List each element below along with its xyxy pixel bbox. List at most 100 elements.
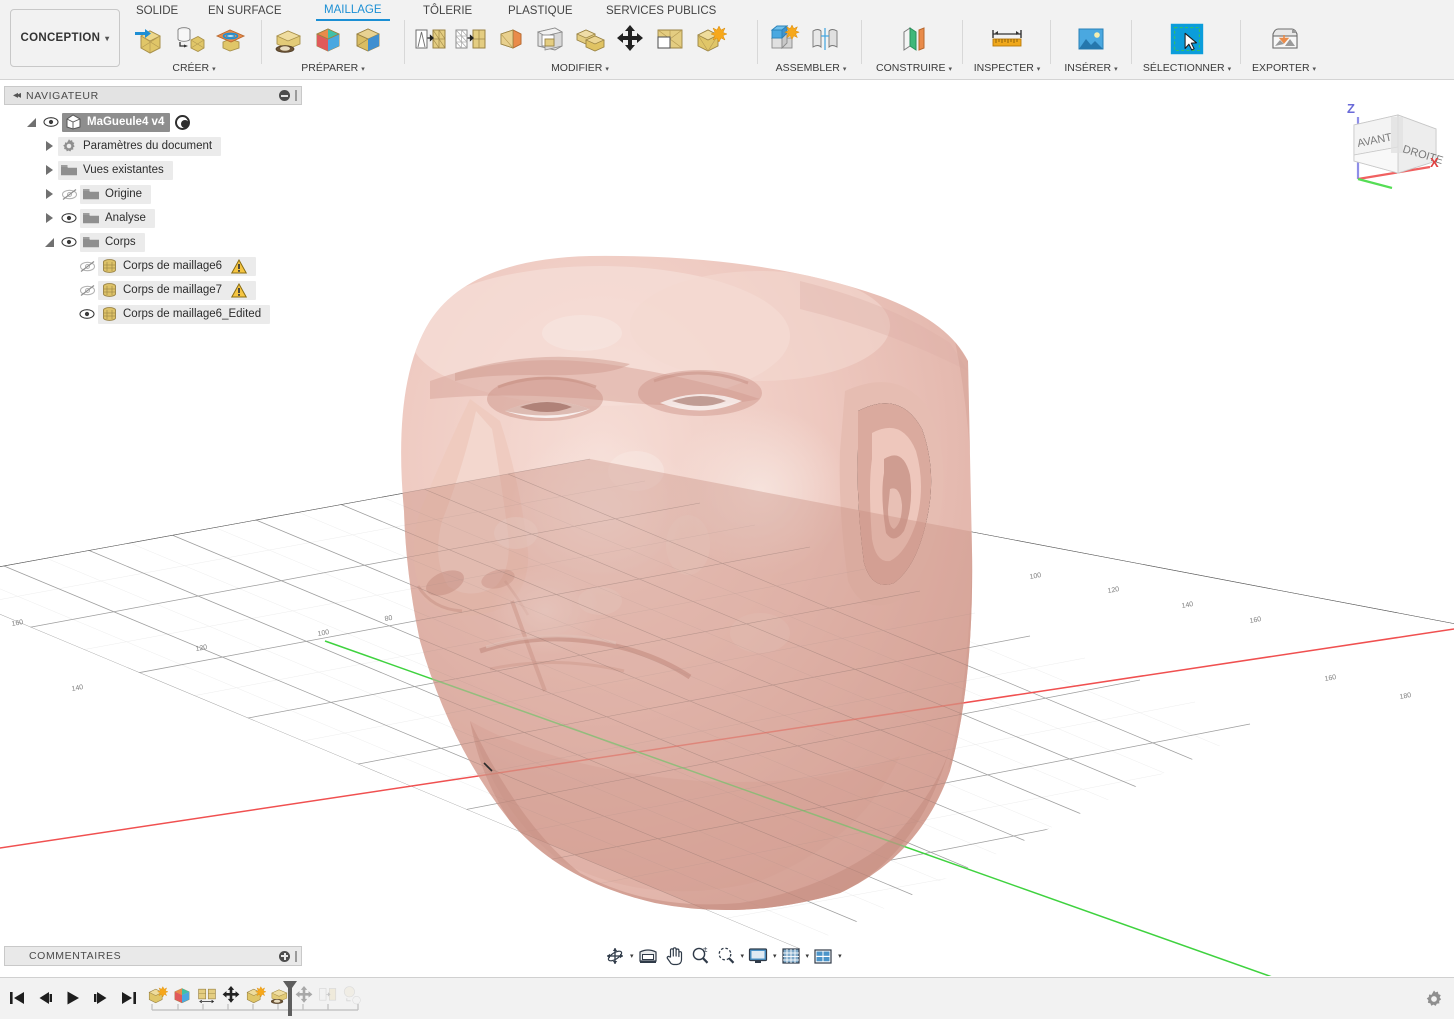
ribbon-group-selectionner: SÉLECTIONNER ▾ [1136,18,1238,78]
tree-label: Corps de maillage7 [123,284,223,296]
tree-item-origine[interactable]: Origine [4,182,302,206]
visibility-eye-hidden-icon[interactable] [58,183,80,205]
timeline-feature-9[interactable] [341,984,363,1006]
chevron-down-icon: ▾ [842,66,847,73]
create-mesh-icon[interactable] [130,18,170,60]
combine-mesh-icon[interactable] [570,18,610,60]
mesh-section-sketch-icon[interactable] [210,18,250,60]
group-label-preparer[interactable]: PRÉPARER ▾ [268,62,398,74]
segment-mesh-icon[interactable] [308,18,348,60]
workspace-label: CONCEPTION [20,32,101,44]
group-label-modifier[interactable]: MODIFIER ▾ [410,62,750,74]
group-label-creer[interactable]: CRÉER ▾ [130,62,258,74]
group-label-exporter[interactable]: EXPORTER ▾ [1244,62,1324,74]
group-label-inspecter[interactable]: INSPECTER ▾ [965,62,1049,74]
export-mesh-icon[interactable] [1264,18,1304,60]
group-label-inserer[interactable]: INSÉRER ▾ [1053,62,1129,74]
tree-item-magueule4[interactable]: MaGueule4 v4 [4,110,302,134]
twisty-open-icon[interactable] [40,231,58,253]
comments-panel[interactable]: COMMENTAIRES [4,946,302,966]
orbit-icon[interactable] [603,943,627,969]
zoom-icon[interactable]: ± [688,943,712,969]
plane-cut-icon[interactable] [410,18,450,60]
timeline-feature-1[interactable] [146,984,169,1006]
view-cube[interactable]: AVANT DROITE Z X [1332,89,1452,189]
group-label-assembler[interactable]: ASSEMBLER ▾ [765,62,857,74]
fit-icon[interactable] [714,943,738,969]
timeline-feature-4[interactable] [220,984,242,1006]
visibility-eye-icon[interactable] [40,111,62,133]
go-to-start-button[interactable] [6,986,28,1010]
chevron-down-icon[interactable]: ▾ [630,952,634,960]
reduce-mesh-icon[interactable] [348,18,388,60]
timeline-feature-8[interactable] [317,984,339,1006]
erase-and-fill-icon[interactable] [530,18,570,60]
tree-item-corps[interactable]: Corps [4,230,302,254]
visibility-eye-icon[interactable] [58,207,80,229]
step-back-button[interactable] [34,986,56,1010]
view-presets-icon[interactable] [636,943,660,969]
step-forward-button[interactable] [90,986,112,1010]
panel-resize-grip[interactable] [295,950,297,962]
timeline-feature-5[interactable] [244,984,267,1006]
new-component-icon[interactable] [765,18,805,60]
timeline-playback-controls [6,986,140,1010]
warning-icon[interactable] [231,258,248,274]
group-separator [404,20,405,64]
grid-snap-icon[interactable] [779,943,803,969]
tree-item-vues-existantes[interactable]: Vues existantes [4,158,302,182]
chevron-down-icon[interactable]: ▾ [806,952,810,960]
go-to-end-button[interactable] [118,986,140,1010]
construction-plane-icon[interactable] [894,18,934,60]
tree-item-parametres-du-document[interactable]: Paramètres du document [4,134,302,158]
display-settings-icon[interactable] [746,943,770,969]
timeline-settings-gear-icon[interactable] [1424,989,1444,1014]
tree-item-corps-de-maillage6[interactable]: Corps de maillage6 [4,254,302,278]
joint-icon[interactable] [805,18,845,60]
make-closed-mesh-icon[interactable] [490,18,530,60]
separate-mesh-icon[interactable] [690,18,730,60]
add-comment-icon[interactable] [279,950,290,962]
chevron-down-icon[interactable]: ▾ [838,952,842,960]
ribbon-group-preparer: PRÉPARER ▾ [268,18,398,78]
panel-resize-grip[interactable] [295,90,297,101]
visibility-eye-icon[interactable] [58,231,80,253]
chevron-down-icon[interactable]: ▾ [741,952,745,960]
visibility-eye-hidden-icon[interactable] [76,279,98,301]
minimize-icon[interactable] [279,90,290,101]
twisty-closed-icon[interactable] [40,207,58,229]
delete-face-icon[interactable] [650,18,690,60]
warning-icon[interactable] [231,282,248,298]
group-separator [261,20,262,64]
visibility-eye-icon[interactable] [76,303,98,325]
twisty-closed-icon[interactable] [40,183,58,205]
chevron-down-icon[interactable]: ▾ [773,952,777,960]
timeline-playhead-marker[interactable] [282,978,298,1019]
workspace-switcher-button[interactable]: CONCEPTION ▾ [10,9,120,67]
tree-label: Paramètres du document [83,140,213,152]
tree-item-analyse[interactable]: Analyse [4,206,302,230]
twisty-closed-icon[interactable] [40,135,58,157]
select-window-icon[interactable] [1167,18,1207,60]
timeline-feature-3[interactable] [196,984,218,1006]
tree-item-corps-de-maillage6-edited[interactable]: Corps de maillage6_Edited [4,302,302,326]
twisty-closed-icon[interactable] [40,159,58,181]
move-copy-icon[interactable] [610,18,650,60]
pan-icon[interactable] [662,943,686,969]
viewports-icon[interactable] [811,943,835,969]
remesh-icon[interactable] [268,18,308,60]
collapse-panel-icon[interactable]: ◂◂ [13,90,21,101]
group-separator [1131,20,1132,64]
bRep-to-mesh-icon[interactable] [170,18,210,60]
mesh-repair-icon[interactable] [450,18,490,60]
group-label-construire[interactable]: CONSTRUIRE ▾ [868,62,960,74]
insert-image-icon[interactable] [1071,18,1111,60]
activate-component-radio[interactable] [175,114,191,130]
group-label-selectionner[interactable]: SÉLECTIONNER ▾ [1136,62,1238,74]
visibility-eye-hidden-icon[interactable] [76,255,98,277]
measure-icon[interactable] [987,18,1027,60]
timeline-feature-2[interactable] [171,984,193,1006]
tree-item-corps-de-maillage7[interactable]: Corps de maillage7 [4,278,302,302]
play-button[interactable] [62,986,84,1010]
twisty-open-icon[interactable] [22,111,40,133]
